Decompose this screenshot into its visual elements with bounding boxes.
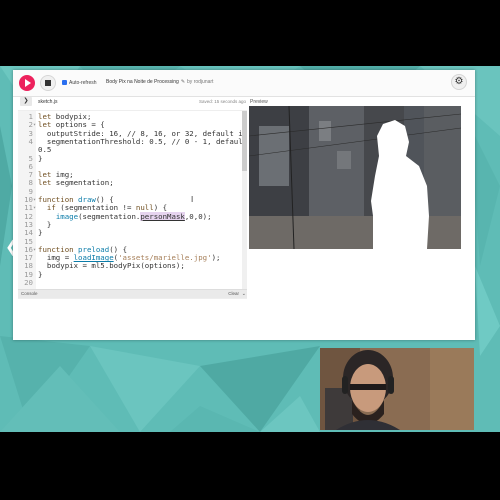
code-text: }	[38, 229, 42, 237]
line-number: 20	[24, 278, 33, 287]
code-line[interactable]: 8 let segmentation;	[18, 179, 240, 187]
editor-scrollbar[interactable]	[242, 111, 247, 289]
toolbar: Auto-refresh Body Pix na Noite de Proces…	[13, 70, 475, 97]
console-header[interactable]: Console Clear ⌄	[18, 289, 247, 298]
code-token: bodypix = ml5.bodyPix(options);	[38, 261, 185, 271]
line-number: 14	[24, 228, 33, 238]
saved-status: Saved: 15 seconds ago	[198, 99, 246, 104]
code-line[interactable]: 14}	[18, 229, 240, 237]
code-token: let	[38, 178, 52, 188]
bottom-letterbox	[0, 432, 500, 500]
code-token: personMask	[140, 211, 185, 221]
file-tab-sketch-js[interactable]: sketch.js	[38, 98, 57, 106]
code-editor[interactable]: 1 let bodypix; 2 ▾ let options = {3 outputSt…	[18, 110, 247, 289]
code-token: image	[55, 211, 79, 221]
code-text: }	[38, 153, 43, 163]
code-token: );	[211, 253, 221, 263]
code-text: segmentationThreshold: 0.5, // 0 - 1, de…	[38, 136, 247, 146]
sketch-title[interactable]: Body Pix na Noite de Processing ✎ by rodju…	[106, 78, 213, 86]
console-collapse-icon[interactable]: ⌄	[242, 290, 246, 298]
code-line[interactable]: 19}	[18, 269, 240, 279]
auto-refresh-toggle[interactable]: Auto-refresh	[62, 79, 97, 87]
code-token: (segmentation.	[78, 211, 141, 221]
code-line[interactable]: 20	[18, 279, 240, 287]
sketch-author[interactable]: by rodjunart	[187, 79, 213, 85]
code-token: }	[38, 228, 43, 238]
code-text: bodypix = ml5.bodyPix(options);	[38, 262, 185, 270]
fold-arrow-icon[interactable]: ▾	[33, 204, 37, 212]
code-line[interactable]: 18 bodypix = ml5.bodyPix(options);	[18, 262, 240, 270]
file-tab-bar: ❯ sketch.js Saved: 15 seconds ago	[18, 97, 246, 107]
line-number: 4	[28, 136, 33, 146]
code-token: ) {	[153, 203, 168, 213]
code-line[interactable]: 0.5	[18, 146, 240, 154]
code-text: let segmentation;	[38, 179, 114, 187]
code-line[interactable]: 5}	[18, 153, 240, 163]
code-line[interactable]: 13 }	[18, 220, 240, 229]
stop-button[interactable]	[40, 75, 56, 91]
auto-refresh-label: Auto-refresh	[69, 80, 97, 86]
code-token: }	[38, 269, 43, 279]
code-text: }	[38, 269, 43, 279]
fold-arrow-icon[interactable]: ▾	[33, 246, 37, 254]
play-button[interactable]	[19, 75, 35, 91]
console-clear-button[interactable]: Clear	[228, 290, 239, 298]
text-cursor-icon: I	[191, 195, 194, 204]
webcam-person-image	[320, 348, 474, 430]
sketch-title-text: Body Pix na Noite de Processing	[106, 79, 179, 85]
segmented-city-image	[249, 106, 461, 249]
code-token: segmentation;	[51, 178, 114, 188]
code-token: segmentationThreshold: 0.5, // 0 - 1, de…	[38, 136, 247, 146]
code-text: image(segmentation.personMask,0,0);	[38, 211, 212, 221]
sidebar-toggle-button[interactable]: ❯	[20, 97, 32, 106]
editor-scroll-thumb[interactable]	[242, 111, 247, 171]
preview-label: Preview	[250, 99, 268, 105]
fold-arrow-icon[interactable]: ▾	[33, 121, 37, 129]
settings-gear-icon[interactable]: ⚙	[451, 74, 467, 90]
preview-canvas	[249, 106, 461, 249]
webcam-overlay	[320, 348, 474, 430]
console-label: Console	[21, 291, 38, 296]
editor-window: Auto-refresh Body Pix na Noite de Proces…	[13, 70, 475, 340]
code-token: ,0,0);	[184, 211, 212, 221]
pencil-icon[interactable]: ✎	[181, 79, 185, 85]
auto-refresh-checkbox[interactable]	[62, 80, 67, 86]
fold-arrow-icon[interactable]: ▾	[33, 196, 37, 204]
code-token: }	[38, 153, 43, 163]
console-output	[18, 298, 247, 340]
